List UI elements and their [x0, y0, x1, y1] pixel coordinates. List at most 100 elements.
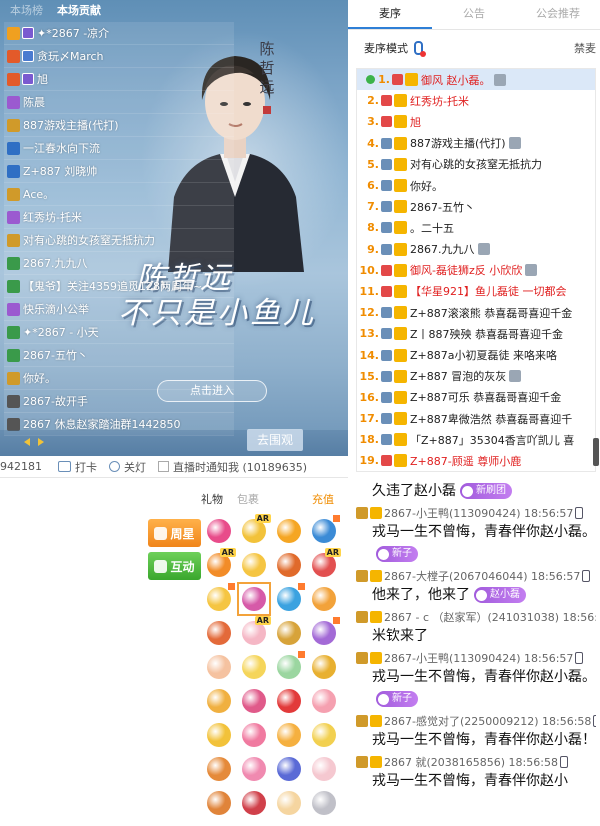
ban-mic-button[interactable]: 禁麦 — [574, 40, 596, 56]
contributor-row[interactable]: Ace。 — [4, 183, 234, 206]
lights-off-button[interactable]: 关灯 — [109, 459, 146, 475]
gift-item[interactable] — [307, 514, 341, 548]
gift-item[interactable] — [202, 786, 236, 820]
gift-item[interactable] — [272, 582, 306, 616]
gift-item[interactable] — [237, 650, 271, 684]
message-sender[interactable]: 2867-感觉对了(2250009212) 18:56:58 — [384, 713, 591, 729]
contributor-row[interactable]: 你好。 — [4, 367, 234, 390]
mic-queue-row[interactable]: 15. Z+887 冒泡的灰灰 — [357, 366, 595, 387]
mic-queue-row[interactable]: 3. 旭 — [357, 111, 595, 132]
mic-queue-row[interactable]: 16. Z+887可乐 恭喜磊哥喜迎千金 — [357, 387, 595, 408]
tab-gift[interactable]: 礼物 — [201, 491, 223, 507]
contributor-row[interactable]: Z+887 刘晓帅 — [4, 160, 234, 183]
gift-item[interactable] — [272, 548, 306, 582]
gift-item[interactable]: AR — [237, 616, 271, 650]
gift-item[interactable] — [202, 650, 236, 684]
gift-item[interactable] — [307, 718, 341, 752]
tab-announcement[interactable]: 公告 — [432, 0, 516, 29]
contributor-row[interactable]: 2867-五竹丶 — [4, 344, 234, 367]
tab-session-contribution[interactable]: 本场贡献 — [57, 2, 101, 18]
contributor-row[interactable]: ✦*2867 -凉介 — [4, 22, 234, 45]
anchor-banner[interactable]: 陈哲远 陈哲远 不只是小鱼儿 点击进入 本场榜 本场贡献 ✦*2867 -凉介贪… — [0, 0, 348, 456]
message-sender[interactable]: 2867 - c （赵家军）(241031038) 18:56:57 — [384, 609, 596, 625]
gift-item[interactable] — [272, 616, 306, 650]
gift-item[interactable] — [202, 718, 236, 752]
gift-item[interactable] — [202, 616, 236, 650]
gift-item[interactable] — [307, 684, 341, 718]
contributor-row[interactable]: 887游戏主播(代打) — [4, 114, 234, 137]
gift-item[interactable] — [307, 616, 341, 650]
contributor-row[interactable]: 红秀坊-托米 — [4, 206, 234, 229]
go-watch-button[interactable]: 去围观 — [247, 429, 303, 451]
gift-item[interactable] — [202, 514, 236, 548]
gift-item[interactable] — [202, 582, 236, 616]
mic-queue-row[interactable]: 14. Z+887a小初夏磊徒 来咯来咯 — [357, 344, 595, 365]
contributor-row[interactable]: 一江春水向下流 — [4, 137, 234, 160]
message-sender[interactable]: 2867-小王鸭(113090424) 18:56:57 — [384, 505, 573, 521]
contributor-row[interactable]: 旭 — [4, 68, 234, 91]
contributor-row[interactable]: 快乐滴小公举 — [4, 298, 234, 321]
message-sender[interactable]: 2867-大樘子(2067046044) 18:56:57 — [384, 568, 580, 584]
mic-queue-row[interactable]: 12. Z+887滚滚熊 恭喜磊哥喜迎千金 — [357, 302, 595, 323]
mic-queue-row[interactable]: 5. 对有心跳的女孩窒无抵抗力 — [357, 154, 595, 175]
mic-queue-row[interactable]: 18. 「Z+887」35304香言吖凯儿 喜 — [357, 429, 595, 450]
contributor-row[interactable]: 对有心跳的女孩窒无抵抗力 — [4, 229, 234, 252]
mic-queue-row[interactable]: 6. 你好。 — [357, 175, 595, 196]
contributor-row[interactable]: ✦*2867 - 小天 — [4, 321, 234, 344]
gift-item[interactable] — [237, 548, 271, 582]
mic-queue-row[interactable]: 8. 。二十五 — [357, 217, 595, 238]
gift-item[interactable] — [307, 650, 341, 684]
mic-queue-row[interactable]: 11. 【华星921】鱼儿磊徒 一切都会 — [357, 281, 595, 302]
gift-item[interactable] — [202, 684, 236, 718]
tab-mic-queue[interactable]: 麦序 — [348, 0, 432, 29]
tab-guild-recommend[interactable]: 公会推荐 — [516, 0, 600, 29]
microphone-icon[interactable] — [414, 41, 426, 57]
notify-checkbox[interactable]: 直播时通知我 (10189635) — [158, 459, 307, 475]
gift-item[interactable]: AR — [237, 514, 271, 548]
mic-queue-row[interactable]: 1. 御风 赵小磊。 — [357, 69, 595, 91]
gift-icon — [207, 655, 231, 679]
mic-queue-row[interactable]: 13. Z丨887殃殃 恭喜磊哥喜迎千金 — [357, 323, 595, 344]
checkbox[interactable] — [158, 461, 169, 472]
gift-item[interactable] — [237, 684, 271, 718]
gift-item[interactable] — [237, 752, 271, 786]
checkin-button[interactable]: 打卡 — [58, 459, 97, 475]
gift-item[interactable] — [307, 582, 341, 616]
contributor-row[interactable]: 2867-故开手 — [4, 390, 234, 413]
gift-item[interactable] — [272, 718, 306, 752]
contributor-row[interactable]: 陈晨 — [4, 91, 234, 114]
mic-queue-row[interactable]: 9. 2867.九九八 — [357, 239, 595, 260]
mic-queue-row[interactable]: 19. Z+887-顾遥 尊师小鹿 — [357, 450, 595, 471]
gift-item[interactable] — [237, 786, 271, 820]
arrow-right-icon[interactable] — [38, 438, 44, 446]
gift-item[interactable] — [272, 786, 306, 820]
gift-item[interactable] — [202, 752, 236, 786]
mic-queue-row[interactable]: 17. Z+887卑微浩然 恭喜磊哥喜迎千 — [357, 408, 595, 429]
gift-item[interactable] — [272, 684, 306, 718]
gift-item[interactable] — [307, 786, 341, 820]
gift-item[interactable] — [272, 514, 306, 548]
contributor-row[interactable]: 2867.九九八 — [4, 252, 234, 275]
arrow-left-icon[interactable] — [24, 438, 30, 446]
mic-queue-row[interactable]: 10. 御风-磊徒狮z反 小欣欣 — [357, 260, 595, 281]
mic-queue-row[interactable]: 7. 2867-五竹丶 — [357, 196, 595, 217]
gift-item[interactable] — [272, 650, 306, 684]
weekly-star-button[interactable]: 周星 — [148, 519, 201, 547]
contributor-row[interactable]: 贪玩〆March — [4, 45, 234, 68]
mic-queue-row[interactable]: 4. 887游戏主播(代打) — [357, 133, 595, 154]
message-sender[interactable]: 2867 就(2038165856) 18:56:58 — [384, 754, 558, 770]
tab-bag[interactable]: 包裹 — [237, 491, 259, 507]
gift-item[interactable] — [272, 752, 306, 786]
interact-button[interactable]: 互动 — [148, 552, 201, 580]
gift-item[interactable]: AR — [307, 548, 341, 582]
message-sender[interactable]: 2867-小王鸭(113090424) 18:56:57 — [384, 650, 573, 666]
recharge-link[interactable]: 充值 — [312, 491, 334, 507]
tab-session-rank[interactable]: 本场榜 — [10, 2, 43, 18]
mic-queue-row[interactable]: 2. 红秀坊-托米 — [357, 90, 595, 111]
gift-item[interactable] — [307, 752, 341, 786]
scrollbar-thumb[interactable] — [593, 438, 599, 466]
gift-item[interactable]: AR — [202, 548, 236, 582]
contributor-row[interactable]: 【鬼爷】关注4359追觅128两周年~ — [4, 275, 234, 298]
gift-item[interactable] — [237, 718, 271, 752]
gift-item[interactable] — [237, 582, 271, 616]
